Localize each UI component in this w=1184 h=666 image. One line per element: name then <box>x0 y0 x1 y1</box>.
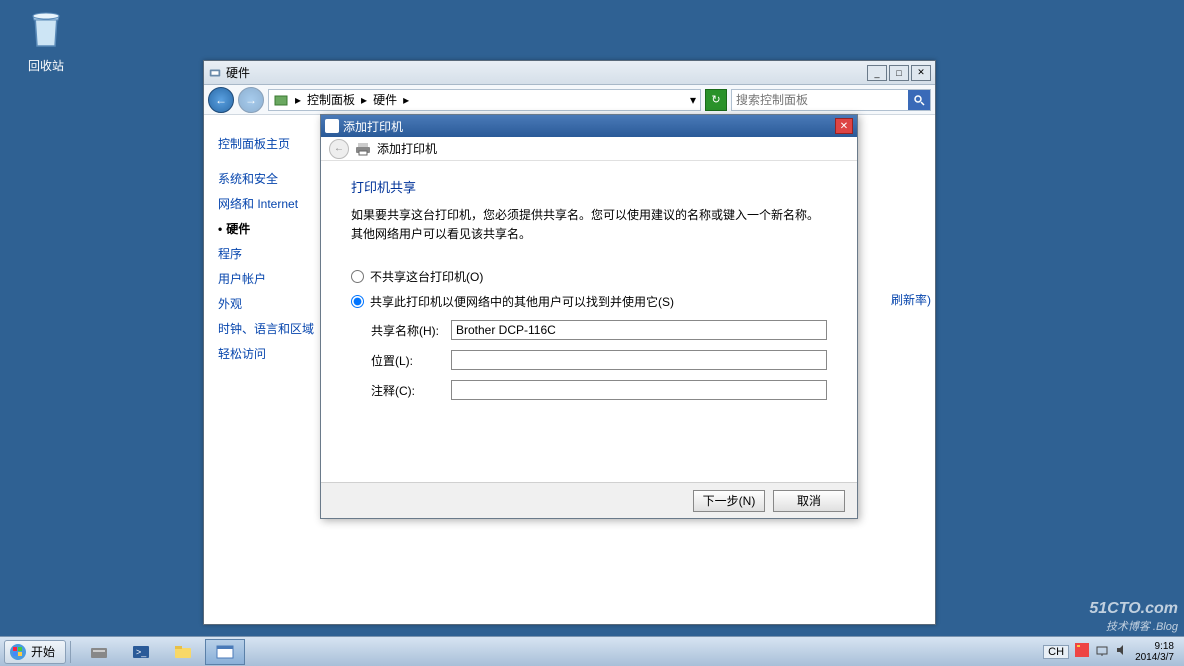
refresh-button[interactable]: ↻ <box>705 89 727 111</box>
radio-no-share-label: 不共享这台打印机(O) <box>370 268 483 285</box>
location-input[interactable] <box>451 350 827 370</box>
radio-no-share[interactable] <box>351 270 364 283</box>
taskbar-clock[interactable]: 9:18 2014/3/7 <box>1135 641 1174 663</box>
watermark-sub: 技术博客 .Blog <box>1089 618 1178 634</box>
section-title: 打印机共享 <box>351 177 827 196</box>
breadcrumb-icon <box>273 92 289 108</box>
dlg-title: 添加打印机 <box>343 118 403 135</box>
breadcrumb-dropdown-icon[interactable]: ▾ <box>690 93 696 107</box>
radio-share[interactable] <box>351 295 364 308</box>
start-button[interactable]: 开始 <box>4 640 66 664</box>
section-description: 如果要共享这台打印机，您必须提供共享名。您可以使用建议的名称或键入一个新名称。其… <box>351 206 827 244</box>
refresh-rate-text: 刷新率) <box>891 291 931 308</box>
minimize-button[interactable]: _ <box>867 65 887 81</box>
system-tray: CH 9:18 2014/3/7 <box>1037 641 1180 663</box>
dlg-titlebar[interactable]: 添加打印机 ✕ <box>321 115 857 137</box>
maximize-button[interactable]: □ <box>889 65 909 81</box>
sidebar-item-appearance[interactable]: 外观 <box>218 291 316 316</box>
hardware-icon <box>208 66 222 80</box>
radio-share-row[interactable]: 共享此打印机以便网络中的其他用户可以找到并使用它(S) <box>351 293 827 310</box>
search-button[interactable] <box>908 90 930 110</box>
sidebar-item-users[interactable]: 用户帐户 <box>218 266 316 291</box>
taskbar-server-manager[interactable] <box>79 639 119 665</box>
cp-sidebar: 控制面板主页 系统和安全 网络和 Internet 硬件 程序 用户帐户 外观 … <box>204 115 322 624</box>
tray-flag-icon[interactable] <box>1075 643 1089 660</box>
recycle-bin-icon[interactable]: 回收站 <box>16 8 76 74</box>
start-label: 开始 <box>31 643 55 660</box>
radio-share-label: 共享此打印机以便网络中的其他用户可以找到并使用它(S) <box>370 293 674 310</box>
comment-label: 注释(C): <box>371 382 451 399</box>
close-button[interactable]: ✕ <box>911 65 931 81</box>
add-printer-dialog: 添加打印机 ✕ ← 添加打印机 打印机共享 如果要共享这台打印机，您必须提供共享… <box>320 114 858 519</box>
sidebar-item-programs[interactable]: 程序 <box>218 241 316 266</box>
watermark-main: 51CTO.com <box>1089 600 1178 618</box>
cp-title: 硬件 <box>226 64 250 81</box>
breadcrumb-current[interactable]: 硬件 <box>373 91 397 108</box>
share-name-input[interactable] <box>451 320 827 340</box>
cancel-button[interactable]: 取消 <box>773 490 845 512</box>
dlg-back-button: ← <box>329 139 349 159</box>
tray-sound-icon[interactable] <box>1115 643 1129 660</box>
nav-forward-button: → <box>238 87 264 113</box>
sidebar-item-system[interactable]: 系统和安全 <box>218 166 316 191</box>
dlg-footer: 下一步(N) 取消 <box>321 482 857 518</box>
dlg-close-button[interactable]: ✕ <box>835 118 853 134</box>
sidebar-item-home[interactable]: 控制面板主页 <box>218 131 316 156</box>
search-input[interactable] <box>732 93 908 107</box>
dlg-title-icon <box>325 119 339 133</box>
search-box[interactable] <box>731 89 931 111</box>
recycle-bin-label: 回收站 <box>16 57 76 74</box>
comment-input[interactable] <box>451 380 827 400</box>
sidebar-item-hardware[interactable]: 硬件 <box>218 216 316 241</box>
tray-network-icon[interactable] <box>1095 643 1109 660</box>
clock-date: 2014/3/7 <box>1135 652 1174 663</box>
breadcrumb-root[interactable]: 控制面板 <box>307 91 355 108</box>
windows-orb-icon <box>9 643 27 661</box>
taskbar-control-panel[interactable] <box>205 639 245 665</box>
svg-text:>_: >_ <box>136 647 147 657</box>
printer-icon <box>355 141 371 157</box>
cp-titlebar[interactable]: 硬件 _ □ ✕ <box>204 61 935 85</box>
location-label: 位置(L): <box>371 352 451 369</box>
dlg-body: 打印机共享 如果要共享这台打印机，您必须提供共享名。您可以使用建议的名称或键入一… <box>321 161 857 426</box>
share-name-label: 共享名称(H): <box>371 322 451 339</box>
taskbar-explorer[interactable] <box>163 639 203 665</box>
clock-time: 9:18 <box>1135 641 1174 652</box>
taskbar-powershell[interactable]: >_ <box>121 639 161 665</box>
nav-back-button[interactable]: ← <box>208 87 234 113</box>
taskbar: 开始 >_ CH 9:18 2014/3/7 <box>0 636 1184 666</box>
radio-no-share-row[interactable]: 不共享这台打印机(O) <box>351 268 827 285</box>
cp-navbar: ← → ▸ 控制面板 ▸ 硬件 ▸ ▾ ↻ <box>204 85 935 115</box>
sidebar-item-ease[interactable]: 轻松访问 <box>218 341 316 366</box>
sidebar-item-clock[interactable]: 时钟、语言和区域 <box>218 316 316 341</box>
dlg-header: ← 添加打印机 <box>321 137 857 161</box>
dlg-header-text: 添加打印机 <box>377 140 437 157</box>
breadcrumb[interactable]: ▸ 控制面板 ▸ 硬件 ▸ ▾ <box>268 89 701 111</box>
sidebar-item-network[interactable]: 网络和 Internet <box>218 191 316 216</box>
language-indicator[interactable]: CH <box>1043 645 1069 659</box>
next-button[interactable]: 下一步(N) <box>693 490 765 512</box>
watermark: 51CTO.com 技术博客 .Blog <box>1089 600 1178 634</box>
